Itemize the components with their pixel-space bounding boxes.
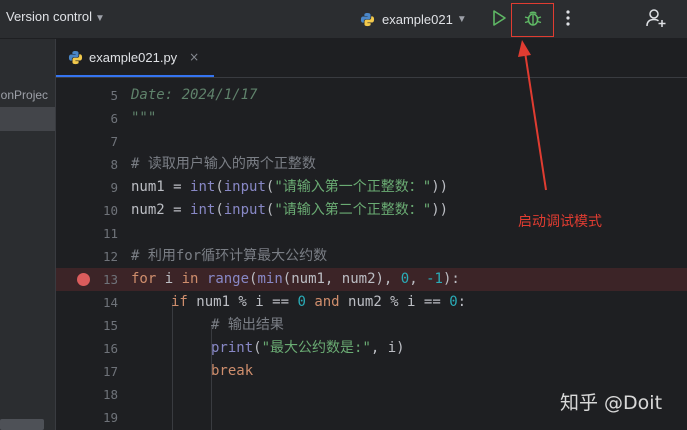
annotation-label: 启动调试模式	[518, 214, 602, 230]
watermark: 知乎 @Doit	[560, 392, 663, 414]
